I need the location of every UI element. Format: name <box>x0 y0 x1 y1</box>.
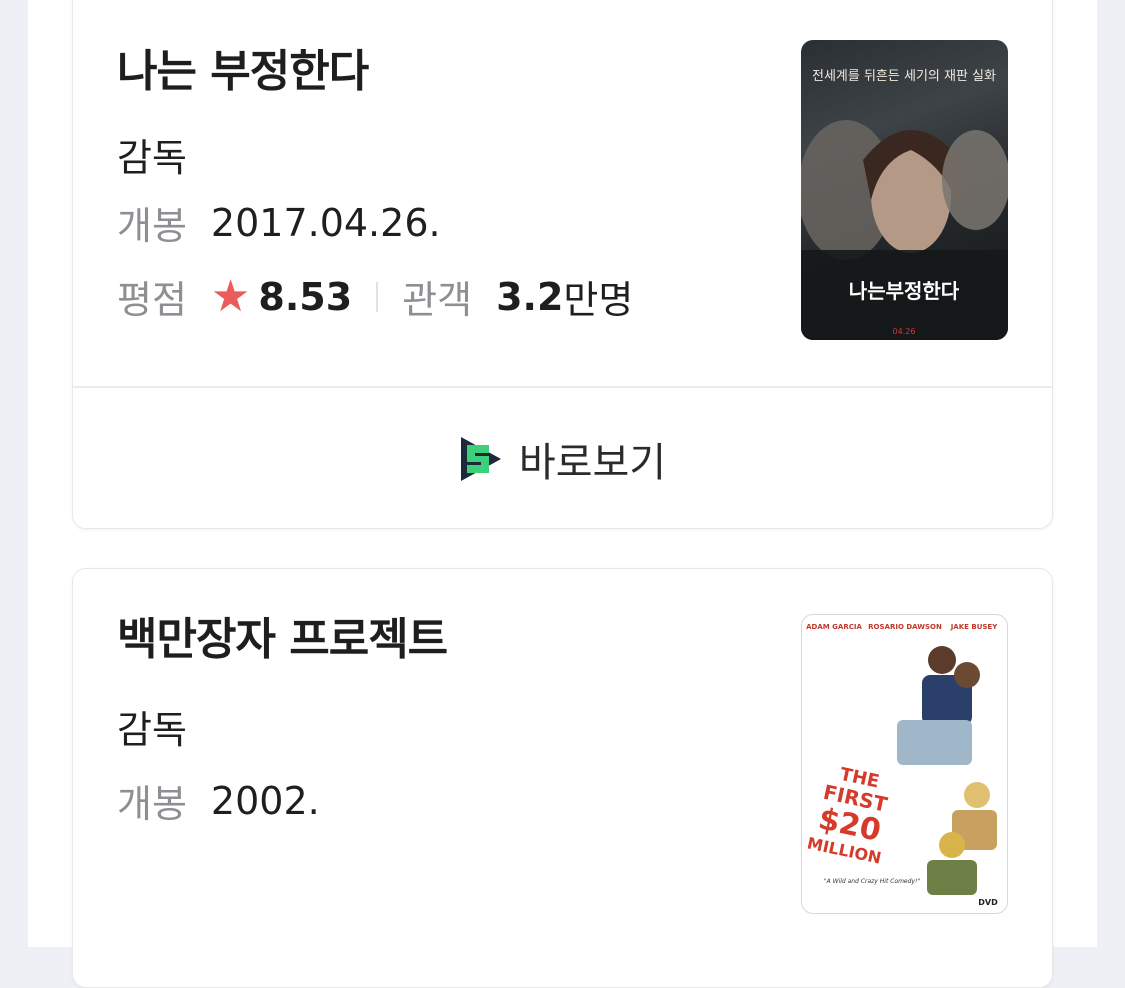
poster-tagline: 전세계를 뒤흔든 세기의 재판 실화 <box>812 69 996 84</box>
audience-label: 관객 <box>402 278 473 322</box>
poster-art: ADAM GARCIA ROSARIO DAWSON JAKE BUSEY TH… <box>805 623 999 907</box>
director-row: 감독 <box>117 127 187 182</box>
rating-label: 평점 <box>117 278 187 322</box>
rating-value: 8.53 <box>258 274 353 319</box>
release-label: 개봉 <box>117 782 187 826</box>
watch-now-label: 바로보기 <box>518 440 667 486</box>
audience-unit: 만명 <box>563 278 634 322</box>
director-label: 감독 <box>117 136 187 180</box>
play-service-icon <box>460 437 501 481</box>
watch-now-button[interactable]: 바로보기 <box>73 388 1052 528</box>
dvd-logo: DVD <box>978 898 998 907</box>
poster-cast: JAKE BUSEY <box>950 623 999 631</box>
movie-title[interactable]: 나는 부정한다 <box>117 35 369 99</box>
director-label: 감독 <box>117 708 187 752</box>
movie-card[interactable]: 나는 부정한다 감독 개봉 2017.04.26. 평점 ★ 8.53 관객 3… <box>72 0 1053 529</box>
poster-art: 전세계를 뒤흔든 세기의 재판 실화 나는부정한다 04.26 <box>801 69 1008 340</box>
divider <box>376 281 379 312</box>
poster-quote: "A Wild and Crazy Hit Comedy!" <box>824 878 920 885</box>
release-date: 2017.04.26. <box>210 200 441 245</box>
poster-cast: ADAM GARCIA <box>806 623 862 631</box>
poster-title: 나는부정한다 <box>849 279 960 303</box>
release-row: 개봉 2017.04.26. <box>117 195 441 250</box>
movie-card[interactable]: 백만장자 프로젝트 감독 개봉 2002. ADAM GARCIA ROSARI… <box>72 568 1053 988</box>
movie-title[interactable]: 백만장자 프로젝트 <box>117 603 448 667</box>
poster-date: 04.26 <box>893 327 916 336</box>
release-label: 개봉 <box>117 204 187 248</box>
release-row: 개봉 2002. <box>117 773 320 828</box>
poster-cast: ROSARIO DAWSON <box>868 623 942 631</box>
star-icon: ★ <box>210 270 251 322</box>
movie-poster[interactable]: 전세계를 뒤흔든 세기의 재판 실화 나는부정한다 04.26 <box>801 40 1008 340</box>
director-row: 감독 <box>117 699 187 754</box>
rating-row: 평점 ★ 8.53 관객 3.2 만명 <box>117 269 633 324</box>
movie-poster[interactable]: ADAM GARCIA ROSARIO DAWSON JAKE BUSEY TH… <box>801 614 1008 914</box>
release-date: 2002. <box>210 778 320 823</box>
audience-number: 3.2 <box>496 274 564 319</box>
